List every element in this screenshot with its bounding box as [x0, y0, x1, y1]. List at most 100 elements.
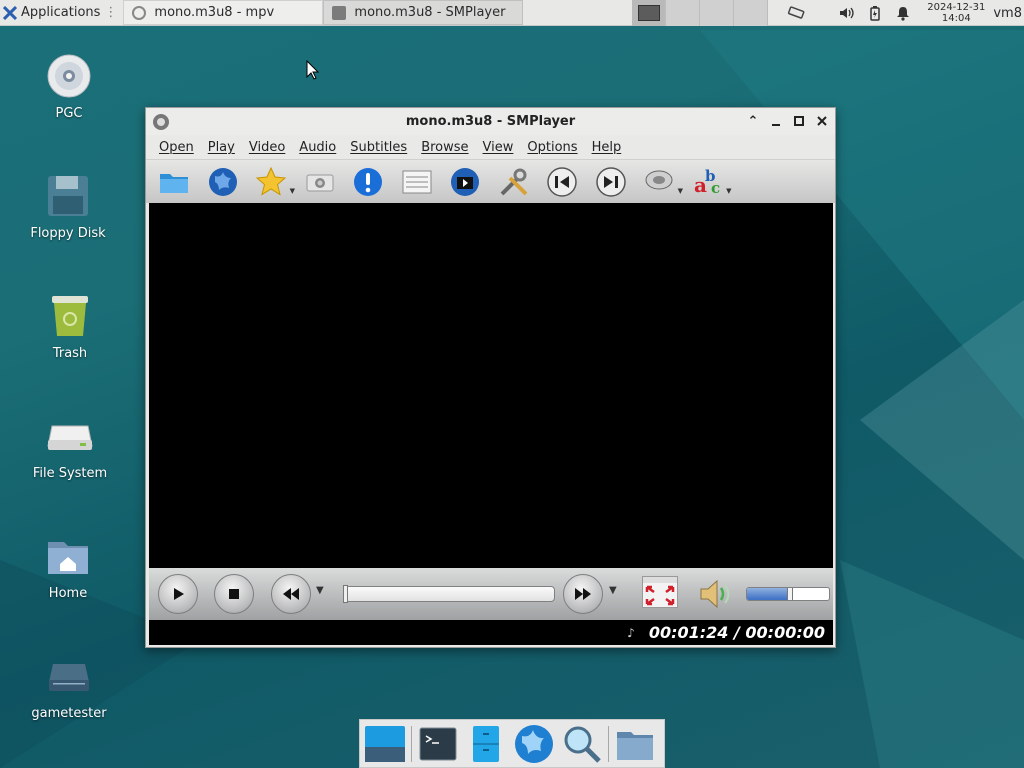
- playlist-button[interactable]: [399, 165, 435, 199]
- applications-menu[interactable]: Applications ⋮: [0, 0, 123, 26]
- previous-button[interactable]: [544, 165, 580, 199]
- music-note-icon: ♪: [627, 625, 635, 640]
- desktop-icon-label: File System: [32, 466, 108, 481]
- desktop-icon-label: PGC: [55, 106, 83, 121]
- play-button[interactable]: [158, 574, 198, 614]
- notifications-bell-icon[interactable]: [894, 5, 912, 21]
- task-label: mono.m3u8 - mpv: [154, 5, 275, 20]
- status-bar: ♪ 00:01:24 / 00:00:00: [149, 620, 833, 645]
- audio-track-icon: [645, 170, 673, 189]
- clock-date: 2024-12-31: [927, 2, 986, 13]
- clock[interactable]: 2024-12-31 14:04: [927, 2, 985, 24]
- desktop-icon-label: Home: [48, 586, 88, 601]
- dock-separator: [608, 725, 609, 762]
- dock-file-manager[interactable]: [464, 722, 508, 766]
- desktop-icon-floppy[interactable]: Floppy Disk: [18, 172, 118, 241]
- task-mpv[interactable]: mono.m3u8 - mpv: [123, 0, 324, 25]
- fullscreen-button[interactable]: [642, 576, 678, 608]
- close-button[interactable]: [813, 112, 831, 130]
- trash-icon: [52, 296, 88, 336]
- menu-browse[interactable]: Browse: [414, 140, 475, 155]
- maximize-button[interactable]: [790, 112, 808, 130]
- forward-dropdown-icon[interactable]: ▼: [609, 585, 617, 596]
- desktop-icon-home[interactable]: Home: [18, 532, 118, 601]
- dock-separator: [411, 725, 412, 762]
- menu-help[interactable]: Help: [585, 140, 629, 155]
- open-folder-icon: [160, 173, 188, 193]
- system-tray: 2024-12-31 14:04 vm8: [782, 0, 1024, 26]
- applications-label: Applications: [21, 5, 101, 20]
- menu-subtitles[interactable]: Subtitles: [343, 140, 414, 155]
- workspace-3[interactable]: [700, 0, 734, 26]
- smplayer-window: mono.m3u8 - SMPlayer ⌃ Open Play Video A…: [145, 107, 836, 648]
- rewind-dropdown-icon[interactable]: ▼: [316, 585, 324, 596]
- menu-open[interactable]: Open: [152, 140, 201, 155]
- bottom-dock: [359, 719, 665, 768]
- top-panel: Applications ⋮ mono.m3u8 - mpv mono.m3u8…: [0, 0, 1024, 26]
- home-folder-icon: [48, 542, 88, 574]
- seek-bar[interactable]: [343, 585, 555, 603]
- task-smplayer[interactable]: mono.m3u8 - SMPlayer: [323, 0, 524, 25]
- dock-web-browser[interactable]: [512, 722, 556, 766]
- xfce-logo-icon: [3, 5, 17, 20]
- workspace-4[interactable]: [734, 0, 768, 26]
- window-titlebar[interactable]: mono.m3u8 - SMPlayer ⌃: [146, 108, 835, 135]
- window-thumbnail: [637, 5, 660, 21]
- shade-button[interactable]: ⌃: [744, 112, 762, 130]
- volume-handle[interactable]: [786, 588, 793, 600]
- workspace-2[interactable]: [666, 0, 700, 26]
- floppy-icon: [48, 176, 88, 216]
- open-url-button[interactable]: [205, 165, 241, 199]
- mute-button[interactable]: [697, 577, 735, 611]
- minimize-button[interactable]: [767, 112, 785, 130]
- dropdown-arrow-icon: ▼: [289, 186, 295, 195]
- volume-icon[interactable]: [838, 5, 856, 21]
- next-button[interactable]: [593, 165, 629, 199]
- menu-video[interactable]: Video: [242, 140, 292, 155]
- rewind-button[interactable]: [271, 574, 311, 614]
- clock-time: 14:04: [941, 13, 971, 24]
- open-folder-button[interactable]: [156, 165, 192, 199]
- dock-search[interactable]: [560, 722, 604, 766]
- main-toolbar: ▼ ▼ abc ▼: [146, 160, 835, 203]
- speaker-icon: [700, 579, 730, 609]
- subtitles-button[interactable]: abc ▼: [690, 165, 732, 199]
- rewind-icon: [283, 588, 299, 600]
- stop-icon: [229, 589, 239, 599]
- desktop-icon-label: Floppy Disk: [30, 226, 106, 241]
- menu-play[interactable]: Play: [201, 140, 242, 155]
- volume-slider[interactable]: [746, 587, 830, 601]
- menu-audio[interactable]: Audio: [292, 140, 343, 155]
- desktop-icon-pgc[interactable]: PGC: [19, 52, 119, 121]
- dock-terminal[interactable]: [416, 722, 460, 766]
- battery-icon[interactable]: [866, 5, 884, 21]
- dock-folder[interactable]: [613, 722, 657, 766]
- audio-track-button[interactable]: ▼: [641, 165, 683, 199]
- workspace-switcher[interactable]: [632, 0, 768, 26]
- screenshot-button[interactable]: [302, 165, 338, 199]
- stop-button[interactable]: [214, 574, 254, 614]
- video-area[interactable]: [149, 203, 833, 568]
- seek-handle[interactable]: [343, 585, 348, 603]
- dock-show-desktop[interactable]: [363, 722, 407, 766]
- forward-button[interactable]: [563, 574, 603, 614]
- desktop-icon-trash[interactable]: Trash: [20, 292, 120, 361]
- desktop-icon-gametester[interactable]: gametester: [19, 652, 119, 721]
- svg-text:c: c: [711, 179, 720, 197]
- fullscreen-icon: [643, 577, 677, 606]
- dropdown-arrow-icon: ▼: [726, 186, 732, 195]
- preferences-button[interactable]: [496, 165, 532, 199]
- user-menu[interactable]: vm8: [993, 6, 1024, 21]
- menu-options[interactable]: Options: [520, 140, 584, 155]
- menu-view[interactable]: View: [476, 140, 521, 155]
- menu-dots-icon: ⋮: [104, 5, 118, 20]
- network-icon[interactable]: [787, 5, 805, 21]
- desktop-icon-label: gametester: [31, 706, 107, 721]
- video-equalizer-button[interactable]: [447, 165, 483, 199]
- info-button[interactable]: [350, 165, 386, 199]
- favorites-button[interactable]: ▼: [253, 165, 295, 199]
- globe-icon: [208, 167, 237, 196]
- desktop-icon-filesystem[interactable]: File System: [20, 412, 120, 481]
- volume-level: [747, 588, 791, 600]
- workspace-1[interactable]: [632, 0, 666, 26]
